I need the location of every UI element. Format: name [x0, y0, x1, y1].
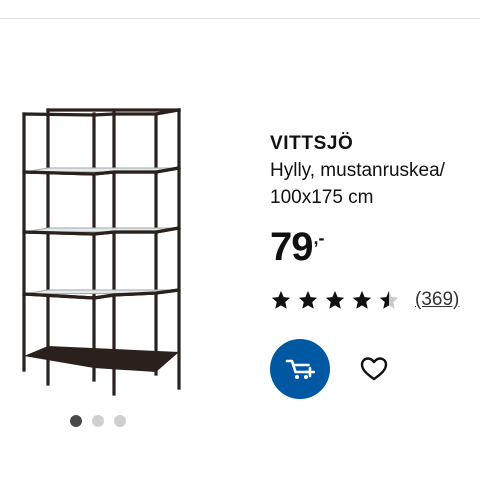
- add-to-cart-button[interactable]: [270, 339, 330, 399]
- favourite-button[interactable]: [356, 351, 392, 387]
- review-count-link[interactable]: (369): [415, 288, 459, 312]
- product-info: VITTSJÖ Hylly, mustanruskea/ 100x175 cm: [270, 132, 480, 210]
- product-description-line1: Hylly, mustanruskea/: [270, 160, 445, 181]
- product-name[interactable]: VITTSJÖ: [270, 132, 480, 156]
- star-icon: [352, 290, 372, 309]
- star-icon: [325, 290, 345, 309]
- pagination-dot-2[interactable]: [92, 415, 104, 427]
- price-suffix: ,-: [313, 228, 325, 248]
- product-image-shelf[interactable]: [14, 102, 250, 402]
- product-price: 79 ,-: [270, 224, 325, 270]
- image-pagination: [70, 415, 126, 427]
- star-icon: [271, 290, 291, 309]
- price-value: 79: [270, 225, 313, 269]
- heart-icon: [360, 357, 388, 381]
- product-description-line2: 100x175 cm: [270, 187, 374, 208]
- pagination-dot-1[interactable]: [70, 415, 82, 427]
- top-divider: [0, 0, 480, 19]
- star-icon: [298, 290, 318, 309]
- half-star-icon: [379, 290, 399, 309]
- rating[interactable]: (369): [270, 288, 459, 312]
- add-to-cart-icon: [285, 359, 315, 379]
- pagination-dot-3[interactable]: [114, 415, 126, 427]
